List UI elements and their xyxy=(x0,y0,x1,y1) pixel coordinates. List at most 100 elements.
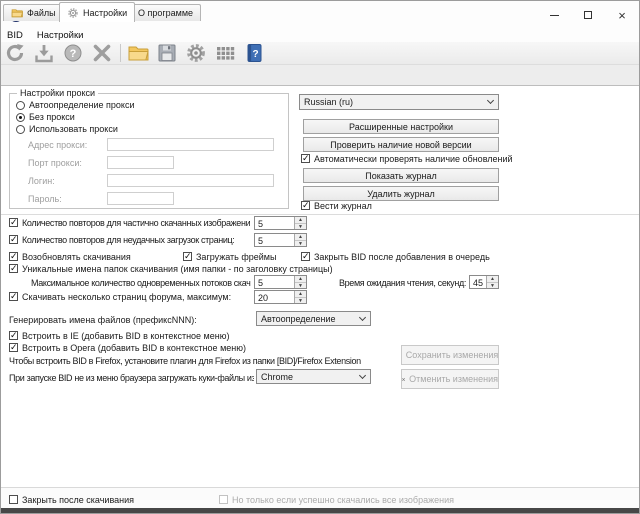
spin-down-icon[interactable] xyxy=(295,283,306,289)
max-threads-spinner[interactable]: 5 xyxy=(254,275,307,289)
checkbox-checked-icon xyxy=(301,252,310,261)
save-changes-button[interactable]: Сохранить изменения xyxy=(401,345,499,365)
checkbox-checked-icon xyxy=(9,252,18,261)
gear-icon xyxy=(185,42,207,64)
minimize-button[interactable] xyxy=(537,1,571,29)
proxy-port-label: Порт прокси: xyxy=(28,158,82,168)
help-book-icon: ? xyxy=(243,42,265,64)
max-threads-label: Максимальное количество одновременных по… xyxy=(31,278,251,288)
x-icon xyxy=(402,374,405,385)
proxy-port-input[interactable] xyxy=(107,156,174,169)
settings-button[interactable] xyxy=(185,42,207,64)
retry-images-checkbox[interactable]: Количество повторов для частично скачанн… xyxy=(9,218,250,228)
ie-integration-checkbox[interactable]: Встроить в IE (добавить BID в контекстно… xyxy=(9,331,229,341)
refresh-button[interactable] xyxy=(4,42,26,64)
spin-up-icon[interactable] xyxy=(487,276,498,283)
spin-up-icon[interactable] xyxy=(295,276,306,283)
help-book-button[interactable]: ? xyxy=(243,42,265,64)
tab-settings[interactable]: Настройки xyxy=(59,2,135,22)
minimize-icon xyxy=(550,15,559,16)
cancel-button[interactable] xyxy=(91,42,113,64)
proxy-address-input[interactable] xyxy=(107,138,274,151)
advanced-settings-button[interactable]: Расширенные настройки xyxy=(303,119,499,134)
toolbar: ? ? xyxy=(1,42,639,65)
close-after-download-checkbox[interactable]: Закрыть после скачивания xyxy=(9,495,134,505)
checkbox-unchecked-icon xyxy=(9,495,18,504)
save-settings-button[interactable] xyxy=(156,42,178,64)
spin-down-icon[interactable] xyxy=(295,298,306,304)
firefox-note: Чтобы встроить BID в Firefox, установите… xyxy=(9,356,361,366)
proxy-group-title: Настройки прокси xyxy=(17,88,98,98)
check-version-button[interactable]: Проверить наличие новой версии xyxy=(303,137,499,152)
forum-pages-checkbox[interactable]: Скачивать несколько страниц форума, макс… xyxy=(9,292,231,302)
cancel-changes-button[interactable]: Отменить изменения xyxy=(401,369,499,389)
maximize-icon xyxy=(584,11,592,19)
spin-up-icon[interactable] xyxy=(295,234,306,241)
checkbox-checked-icon xyxy=(9,331,18,340)
proxy-groupbox: Настройки прокси Автоопределение прокси … xyxy=(9,93,289,209)
x-icon xyxy=(91,42,113,64)
proxy-login-input[interactable] xyxy=(107,174,274,187)
proxy-address-label: Адрес прокси: xyxy=(28,140,87,150)
cookies-label: При запуске BID не из меню браузера загр… xyxy=(9,373,254,383)
checkbox-unchecked-icon xyxy=(219,495,228,504)
checkbox-checked-icon xyxy=(9,264,18,273)
open-folder-button[interactable] xyxy=(127,42,149,64)
batch-button[interactable] xyxy=(214,42,236,64)
delete-log-button[interactable]: Удалить журнал xyxy=(303,186,499,201)
download-icon xyxy=(33,42,55,64)
menu-bid[interactable]: BID xyxy=(7,30,23,41)
grid-icon xyxy=(214,42,236,64)
retry-images-spinner[interactable]: 5 xyxy=(254,216,307,230)
opera-integration-checkbox[interactable]: Встроить в Opera (добавить BID в контекс… xyxy=(9,343,246,353)
menu-settings[interactable]: Настройки xyxy=(37,30,84,41)
radio-icon xyxy=(16,101,25,110)
spin-down-icon[interactable] xyxy=(295,224,306,230)
help-button[interactable]: ? xyxy=(62,42,84,64)
only-if-success-checkbox[interactable]: Но только если успешно скачались все изо… xyxy=(219,495,454,505)
retry-pages-checkbox[interactable]: Количество повторов для неудачных загруз… xyxy=(9,235,234,245)
proxy-password-input[interactable] xyxy=(107,192,174,205)
forum-pages-spinner[interactable]: 20 xyxy=(254,290,307,304)
refresh-icon xyxy=(4,42,26,64)
spin-up-icon[interactable] xyxy=(295,291,306,298)
spin-down-icon[interactable] xyxy=(487,283,498,289)
retry-pages-spinner[interactable]: 5 xyxy=(254,233,307,247)
resume-downloads-checkbox[interactable]: Возобновлять скачивания xyxy=(9,252,131,262)
keep-log-checkbox[interactable]: Вести журнал xyxy=(301,201,372,211)
show-log-button[interactable]: Показать журнал xyxy=(303,168,499,183)
tab-pane-border xyxy=(1,85,639,86)
read-timeout-label: Время ожидания чтения, секунд: xyxy=(334,278,466,288)
load-frames-checkbox[interactable]: Загружать фреймы xyxy=(183,252,276,262)
proxy-use-radio[interactable]: Использовать прокси xyxy=(16,124,118,134)
cookies-select[interactable]: Chrome xyxy=(256,369,371,384)
floppy-icon xyxy=(156,42,178,64)
spin-down-icon[interactable] xyxy=(295,241,306,247)
proxy-password-label: Пароль: xyxy=(28,194,62,204)
auto-check-updates-checkbox[interactable]: Автоматически проверять наличие обновлен… xyxy=(301,154,513,164)
tab-files[interactable]: Файлы xyxy=(3,4,64,21)
maximize-button[interactable] xyxy=(571,1,605,29)
radio-icon xyxy=(16,125,25,134)
checkbox-checked-icon xyxy=(9,218,18,227)
checkbox-checked-icon xyxy=(9,292,18,301)
section-divider xyxy=(1,214,639,215)
proxy-auto-radio[interactable]: Автоопределение прокси xyxy=(16,100,134,110)
unique-folders-checkbox[interactable]: Уникальные имена папок скачивания (имя п… xyxy=(9,264,333,274)
add-to-queue-button[interactable] xyxy=(33,42,55,64)
chevron-down-icon xyxy=(482,95,498,109)
folder-icon xyxy=(127,42,149,64)
filenames-label: Генерировать имена файлов (префиксNNN): xyxy=(9,315,197,325)
language-select[interactable]: Russian (ru) xyxy=(299,94,499,110)
help-circle-icon: ? xyxy=(62,42,84,64)
radio-selected-icon xyxy=(16,113,25,122)
chevron-down-icon xyxy=(354,370,370,383)
close-after-queue-checkbox[interactable]: Закрыть BID после добавления в очередь xyxy=(301,252,490,262)
svg-text:?: ? xyxy=(253,49,259,60)
read-timeout-spinner[interactable]: 45 xyxy=(469,275,499,289)
close-button[interactable] xyxy=(605,1,639,29)
window-bottom-shadow xyxy=(1,508,639,514)
spin-up-icon[interactable] xyxy=(295,217,306,224)
filenames-select[interactable]: Автоопределение xyxy=(256,311,371,326)
proxy-none-radio[interactable]: Без прокси xyxy=(16,112,75,122)
